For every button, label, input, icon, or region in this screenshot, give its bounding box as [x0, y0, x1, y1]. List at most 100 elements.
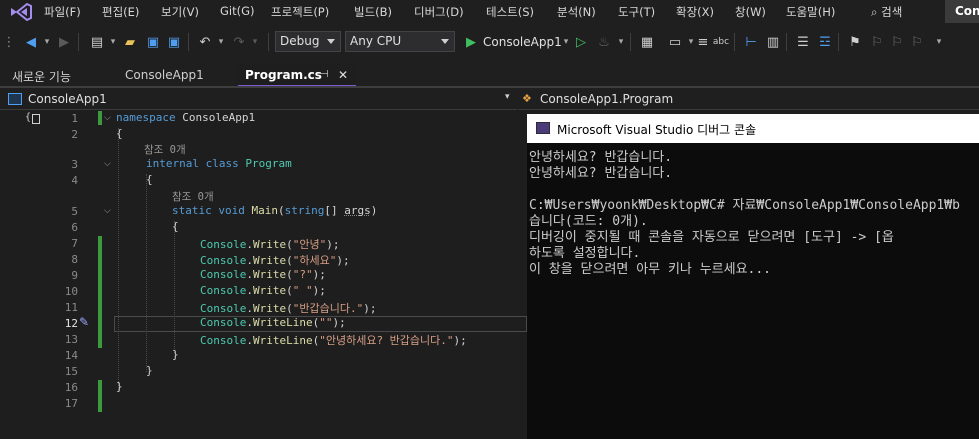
code-editor[interactable]: { 1 2 3 4 5 6 7 8 9 10 11 12 13 14 15 16…	[0, 110, 527, 439]
change-indicator	[98, 236, 102, 348]
console-title-bar[interactable]: Microsoft Visual Studio 디버그 콘솔	[527, 114, 979, 143]
toolbar-overflow-icon[interactable]: ▾	[930, 32, 948, 52]
tab-whats-new[interactable]: 새로운 기능	[12, 64, 112, 87]
menu-edit[interactable]: 편집(E)	[102, 4, 139, 20]
code-line-1: namespace ConsoleApp1	[116, 111, 255, 124]
string-literal: "반갑습니다."	[292, 302, 364, 315]
menu-extensions[interactable]: 확장(X)	[676, 4, 714, 20]
string-literal: "?"	[292, 268, 313, 281]
string-literal: ""	[319, 316, 333, 329]
hot-reload-dropdown-icon[interactable]: ▾	[612, 32, 630, 52]
redo-dropdown-icon[interactable]: ▾	[246, 32, 264, 52]
back-dropdown-icon[interactable]: ▾	[38, 32, 56, 52]
fold-collapse-icon[interactable]: ⌵	[104, 159, 111, 169]
comment-icon[interactable]: ☰	[794, 32, 812, 52]
platform-dropdown[interactable]: Any CPU	[345, 31, 455, 52]
debug-console-window[interactable]: Microsoft Visual Studio 디버그 콘솔 안녕하세요? 반갑…	[527, 114, 979, 439]
uncomment-icon[interactable]: ☲	[816, 32, 834, 52]
code-line-3: internal class Program	[146, 157, 292, 170]
keyword: class	[198, 157, 239, 170]
class-icon: ❖	[522, 92, 532, 105]
format-icon[interactable]: ≡	[694, 32, 712, 52]
reference-count-lens[interactable]: 참조 0개	[172, 189, 214, 204]
namespace-name: ConsoleApp1	[175, 111, 256, 124]
tab-console-app[interactable]: ConsoleApp1	[125, 64, 235, 87]
start-without-debugging-icon[interactable]: ▷	[572, 32, 590, 52]
menu-test[interactable]: 테스트(S)	[486, 4, 534, 20]
spell-check-icon[interactable]: abc	[712, 32, 730, 52]
line-number: 16	[64, 381, 78, 394]
open-folder-icon[interactable]: ▰	[121, 32, 139, 52]
next-bookmark-icon[interactable]: ⚐	[888, 32, 906, 52]
menu-debug[interactable]: 디버그(D)	[414, 4, 464, 20]
chevron-down-icon	[327, 39, 335, 44]
menu-window[interactable]: 창(W)	[735, 4, 766, 20]
code-line-4: {	[146, 173, 153, 186]
prev-bookmark-icon[interactable]: ⚐	[868, 32, 886, 52]
member-name: ConsoleApp1.Program	[540, 92, 674, 106]
code-line-11: Console.Write("반갑습니다.");	[200, 302, 377, 315]
toolbar-grip-icon[interactable]: ⋮	[3, 32, 16, 52]
parameter-name: args	[344, 204, 371, 217]
fold-collapse-icon[interactable]: ⌵	[104, 113, 111, 123]
tab-label: 새로운 기능	[12, 70, 72, 84]
quick-actions-icon[interactable]: ✎	[79, 315, 89, 329]
menu-view[interactable]: 보기(V)	[161, 4, 199, 20]
search-label: 검색	[881, 5, 903, 19]
start-debugging-label[interactable]: ConsoleApp1	[483, 35, 562, 49]
menu-tools[interactable]: 도구(T)	[618, 4, 655, 20]
start-debugging-icon[interactable]: ▶	[462, 32, 480, 52]
toolbar: ⋮ ◀ ▾ ▶ ▤ ▾ ▰ ▣ ▣ ↶ ▾ ↷ ▾ Debug Any CPU …	[0, 28, 979, 56]
method-name: Write	[252, 254, 287, 267]
line-number: 6	[71, 221, 78, 234]
configuration-dropdown[interactable]: Debug	[275, 31, 341, 52]
line-number: 1	[71, 112, 78, 125]
string-literal: "안녕하세요? 반갑습니다."	[319, 334, 454, 347]
project-navbar[interactable]: ConsoleApp1 ▾	[0, 88, 517, 110]
class-name: Console	[200, 316, 247, 329]
menu-git[interactable]: Git(G)	[220, 4, 255, 18]
console-output-line: 안녕하세요? 반갑습니다.	[529, 166, 673, 181]
menu-build[interactable]: 빌드(B)	[354, 4, 392, 20]
menu-file[interactable]: 파일(F)	[44, 4, 81, 20]
align-icon[interactable]: ⊢	[742, 32, 760, 52]
member-navbar[interactable]: ❖ ConsoleApp1.Program	[518, 88, 979, 110]
browse-icon[interactable]: ▦	[638, 32, 656, 52]
line-number: 3	[71, 158, 78, 171]
reference-count-lens[interactable]: 참조 0개	[144, 142, 186, 157]
hot-reload-icon[interactable]: ♨	[595, 32, 613, 52]
navigate-forward-icon[interactable]: ▶	[55, 32, 73, 52]
menu-analyze[interactable]: 분석(N)	[557, 4, 596, 20]
new-dropdown-icon[interactable]: ▾	[104, 32, 122, 52]
menu-project[interactable]: 프로젝트(P)	[271, 4, 329, 20]
pin-panel-icon[interactable]: ▥	[764, 32, 782, 52]
save-all-icon[interactable]: ▣	[165, 32, 183, 52]
method-name: Main	[244, 204, 278, 217]
search-box[interactable]: ⌕ 검색	[871, 4, 902, 20]
undo-dropdown-icon[interactable]: ▾	[212, 32, 230, 52]
clear-bookmarks-icon[interactable]: ⚐	[908, 32, 926, 52]
tab-program-cs[interactable]: Program.cs ⊣ ✕	[238, 64, 356, 87]
bookmark-icon[interactable]: ⚑	[846, 32, 864, 52]
visual-studio-logo-icon[interactable]	[9, 2, 33, 22]
change-indicator	[98, 380, 102, 412]
class-name: Console	[200, 238, 247, 251]
fold-collapse-icon[interactable]: ⌵	[104, 206, 111, 216]
close-tab-icon[interactable]: ✕	[338, 68, 348, 82]
document-tabs: 새로운 기능 ConsoleApp1 Program.cs ⊣ ✕	[0, 64, 979, 87]
code-line-7: Console.Write("안녕");	[200, 238, 340, 251]
punctuation: []	[324, 204, 345, 217]
class-name: Console	[200, 302, 247, 315]
line-number: 7	[71, 237, 78, 250]
menu-help[interactable]: 도움말(H)	[786, 4, 835, 20]
toolbar-separator	[786, 33, 787, 51]
code-line-6: {	[172, 220, 179, 233]
code-line-5: static void Main(string[] args)	[172, 204, 377, 217]
toolbar-separator	[734, 33, 735, 51]
pin-tab-icon[interactable]: ⊣	[320, 69, 329, 80]
toolbar-separator	[188, 33, 189, 51]
tab-label: ConsoleApp1	[125, 68, 204, 82]
code-line-12: Console.WriteLine("");	[200, 316, 346, 329]
project-icon	[8, 93, 22, 105]
save-icon[interactable]: ▣	[144, 32, 162, 52]
